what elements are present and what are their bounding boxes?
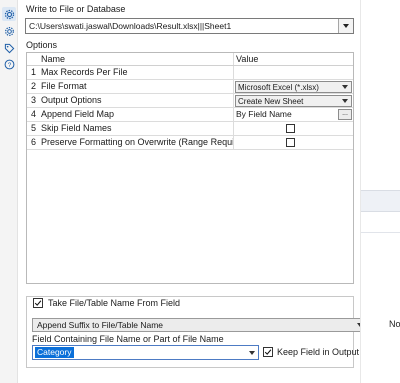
chevron-down-icon[interactable] [246,350,258,355]
options-label: Options [26,40,58,50]
gear-2-icon[interactable] [2,24,16,38]
row-name: Preserve Formatting on Overwrite (Range … [38,136,234,149]
row-index: 5 [30,123,36,133]
take-name-checkbox[interactable] [33,298,43,308]
take-name-label: Take File/Table Name From Field [48,298,181,308]
file-format-value: Microsoft Excel (*.xlsx) [238,82,319,92]
file-path-combo[interactable]: C:\Users\swati.jaswal\Downloads\Result.x… [25,18,354,34]
ellipsis-button[interactable]: ... [338,109,352,120]
checkmark-icon [34,300,42,306]
gear-icon[interactable] [2,7,16,21]
options-grid-panel: Name Value 1 Max Records Per File 2 File… [26,52,354,284]
row-index: 6 [30,137,36,147]
grid-row-skip-field-names[interactable]: 5 Skip Field Names [27,122,353,136]
preserve-formatting-checkbox[interactable] [286,138,295,147]
row-name: File Format [38,80,234,93]
grid-row-file-format[interactable]: 2 File Format Microsoft Excel (*.xlsx) [27,80,353,94]
svg-text:?: ? [7,61,11,68]
column-header-name: Name [38,53,234,65]
keep-field-label: Keep Field in Output [277,347,360,357]
grid-row-output-options[interactable]: 3 Output Options Create New Sheet [27,94,353,108]
file-format-dropdown[interactable]: Microsoft Excel (*.xlsx) [235,81,352,93]
take-name-panel: Take File/Table Name From Field Append S… [26,296,368,368]
checkmark-icon [264,349,272,355]
row-name: Skip Field Names [38,122,234,135]
right-pane-divider [361,232,400,233]
output-options-value: Create New Sheet [238,96,304,106]
column-header-value: Value [236,54,259,64]
side-rail: ? [0,0,18,383]
right-pane: No [360,0,400,383]
right-pane-band [361,190,400,212]
append-suffix-dropdown[interactable]: Append Suffix to File/Table Name [32,318,368,332]
grid-row-max-records[interactable]: 1 Max Records Per File [27,66,353,80]
max-records-cell[interactable] [234,66,353,79]
tag-icon[interactable] [2,41,16,55]
output-options-dropdown[interactable]: Create New Sheet [235,95,352,107]
field-containing-label: Field Containing File Name or Part of Fi… [32,334,224,344]
row-index: 3 [30,95,36,105]
row-name: Output Options [38,94,234,107]
write-label: Write to File or Database [26,4,126,14]
grid-header: Name Value [27,53,353,66]
chevron-down-icon[interactable] [339,99,351,103]
append-field-map-value: By Field Name [236,109,292,119]
chevron-down-icon[interactable] [339,85,351,89]
right-pane-text: No [389,319,400,329]
chevron-down-icon[interactable] [338,19,353,33]
row-index: 4 [30,109,36,119]
field-name-value[interactable]: Category [35,347,74,358]
append-suffix-value: Append Suffix to File/Table Name [37,320,163,330]
row-index: 1 [30,67,36,77]
file-path-value[interactable]: C:\Users\swati.jaswal\Downloads\Result.x… [26,21,338,31]
keep-field-checkbox[interactable] [263,347,273,357]
help-icon[interactable]: ? [2,57,16,71]
row-index: 2 [30,81,36,91]
row-name: Max Records Per File [38,66,234,79]
grid-row-append-field-map[interactable]: 4 Append Field Map By Field Name ... [27,108,353,122]
row-name: Append Field Map [38,108,234,121]
configuration-panel: Write to File or Database C:\Users\swati… [18,0,368,383]
options-grid: Name Value 1 Max Records Per File 2 File… [27,53,353,150]
skip-field-names-checkbox[interactable] [286,124,295,133]
field-name-combo[interactable]: Category [32,345,259,360]
grid-row-preserve-formatting[interactable]: 6 Preserve Formatting on Overwrite (Rang… [27,136,353,150]
